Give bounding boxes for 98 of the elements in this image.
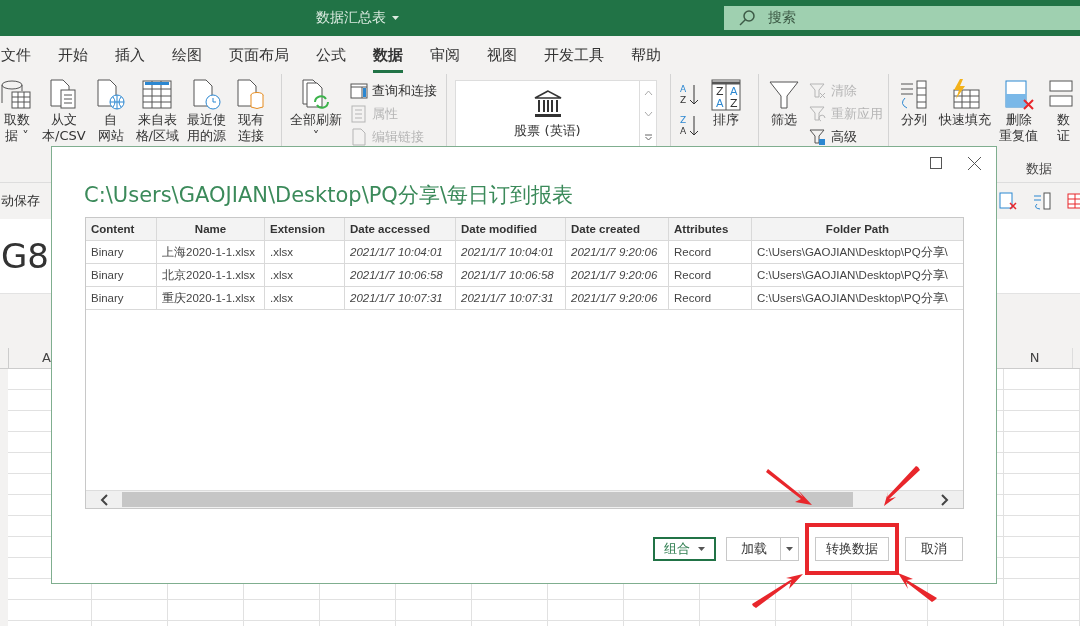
search-field[interactable]: 搜索 <box>724 6 1080 30</box>
ribbon-button[interactable]: 自 网站 <box>93 78 128 144</box>
bank-icon <box>532 90 563 118</box>
table-cell: Binary <box>86 241 157 263</box>
table-cell: .xlsx <box>265 241 345 263</box>
load-button[interactable]: 加载 <box>726 537 780 561</box>
table-cell: 2021/1/7 9:20:06 <box>566 241 669 263</box>
ribbon-tab[interactable]: 页面布局 <box>229 37 289 73</box>
table-cell: Record <box>669 241 752 263</box>
ribbon-button[interactable]: 筛选 <box>767 78 801 128</box>
properties-icon <box>350 105 368 123</box>
name-box[interactable]: G8 <box>1 236 49 276</box>
table-cell: C:\Users\GAOJIAN\Desktop\PQ分享\ <box>752 287 963 309</box>
ribbon-button[interactable]: 高级 <box>809 128 883 146</box>
ribbon-button[interactable]: 快速填充 <box>939 78 991 128</box>
table-cell: 2021/1/7 10:06:58 <box>456 264 566 286</box>
dialog-title: C:\Users\GAOJIAN\Desktop\PQ分享\每日订到报表 <box>84 182 574 209</box>
ribbon-button[interactable]: 来自表 格/区域 <box>135 78 179 144</box>
ribbon-button[interactable]: 分列 <box>897 78 931 128</box>
dialog-button[interactable]: 转换数据 <box>815 537 889 561</box>
ribbon-tab[interactable]: 视图 <box>487 37 517 73</box>
table-cell: C:\Users\GAOJIAN\Desktop\PQ分享\ <box>752 264 963 286</box>
split-icon[interactable] <box>1032 191 1052 211</box>
ribbon-tab[interactable]: 开发工具 <box>544 37 604 73</box>
arrow-annotation <box>766 469 812 505</box>
combine-button[interactable]: 组合 <box>653 537 716 561</box>
ribbon-tab[interactable]: 帮助 <box>631 37 661 73</box>
autosave-label: 动保存 <box>1 192 40 210</box>
filter-clear-icon <box>809 82 827 100</box>
table-cell: .xlsx <box>265 264 345 286</box>
database-table-icon <box>0 78 34 112</box>
filter-icon <box>767 78 801 112</box>
table-cell: .xlsx <box>265 287 345 309</box>
search-icon <box>738 9 756 27</box>
ribbon-tab[interactable]: 绘图 <box>172 37 202 73</box>
table-cell: Binary <box>86 287 157 309</box>
ribbon-tab[interactable]: 审阅 <box>430 37 460 73</box>
caret-icon <box>392 16 399 20</box>
table-cell: C:\Users\GAOJIAN\Desktop\PQ分享\ <box>752 241 963 263</box>
column-header: Name <box>157 218 265 240</box>
table-cell: 2021/1/7 9:20:06 <box>566 287 669 309</box>
chevron-right-icon <box>941 493 949 506</box>
ribbon-button[interactable]: 数 证 <box>1046 78 1080 144</box>
panel-icon <box>350 82 368 100</box>
load-dropdown-button[interactable] <box>780 537 799 561</box>
table-cell: 2021/1/7 10:04:01 <box>456 241 566 263</box>
table-cell: 2021/1/7 10:07:31 <box>456 287 566 309</box>
caret-icon <box>698 547 705 551</box>
table-cell: 上海2020-1-1.xlsx <box>157 241 265 263</box>
column-header: Date created <box>566 218 669 240</box>
group-label: 数据 <box>1025 161 1052 178</box>
table-cell: 北京2020-1-1.xlsx <box>157 264 265 286</box>
document-link-icon <box>350 128 368 146</box>
column-header: Extension <box>265 218 345 240</box>
table-cell: Record <box>669 287 752 309</box>
arrow-annotation <box>884 466 920 506</box>
ribbon-button[interactable]: Z A A Z 排序 <box>709 78 743 128</box>
column-header: Date accessed <box>345 218 456 240</box>
chevron-up-icon[interactable] <box>643 88 653 96</box>
column-header: Attributes <box>669 218 752 240</box>
table-cell: 2021/1/7 10:06:58 <box>345 264 456 286</box>
table-cell: 2021/1/7 9:20:06 <box>566 264 669 286</box>
ribbon-button[interactable]: 取数 据 ˅ <box>0 78 34 144</box>
table-icon[interactable] <box>1066 191 1080 211</box>
filter-reapply-icon <box>809 105 827 123</box>
scrollbar-thumb[interactable] <box>122 492 853 507</box>
ribbon-button[interactable]: 查询和连接 <box>350 82 437 100</box>
delete-sheet-icon[interactable] <box>998 191 1018 211</box>
chevron-down-icon[interactable] <box>643 111 653 119</box>
table-icon <box>140 78 175 112</box>
table-cell: 重庆2020-1-1.xlsx <box>157 287 265 309</box>
column-header: Folder Path <box>752 218 963 240</box>
horizontal-scrollbar[interactable] <box>86 490 963 508</box>
ribbon-button[interactable]: 全部刷新 ˅ <box>290 78 342 144</box>
ribbon-tab[interactable]: 插入 <box>115 37 145 73</box>
ribbon-tab[interactable]: 文件 <box>1 37 31 73</box>
maximize-icon <box>930 157 942 169</box>
sort-grid-icon: Z A A Z <box>709 78 743 112</box>
table-cell: Record <box>669 264 752 286</box>
column-header: Date modified <box>456 218 566 240</box>
ribbon-button[interactable]: 现有 连接 <box>234 78 268 144</box>
filter-advanced-icon <box>809 128 827 146</box>
ribbon-button[interactable]: 删除 重复值 <box>999 78 1038 144</box>
table-cell: Binary <box>86 264 157 286</box>
table-cell: 2021/1/7 10:07:31 <box>345 287 456 309</box>
caret-icon <box>786 547 793 551</box>
ribbon-tab[interactable]: 公式 <box>316 37 346 73</box>
ribbon-tab[interactable]: 开始 <box>58 37 88 73</box>
chevron-left-icon <box>100 493 108 506</box>
dialog-button[interactable]: 取消 <box>905 537 963 561</box>
close-icon <box>967 156 981 170</box>
workbook-title[interactable]: 数据汇总表 <box>316 9 399 27</box>
ribbon-button[interactable]: 从文 本/CSV <box>42 78 86 144</box>
ribbon-button[interactable]: 最近使 用的源 <box>187 78 226 144</box>
arrow-annotation <box>752 574 803 608</box>
column-header: Content <box>86 218 157 240</box>
more-icon[interactable] <box>643 134 653 142</box>
table-cell: 2021/1/7 10:04:01 <box>345 241 456 263</box>
